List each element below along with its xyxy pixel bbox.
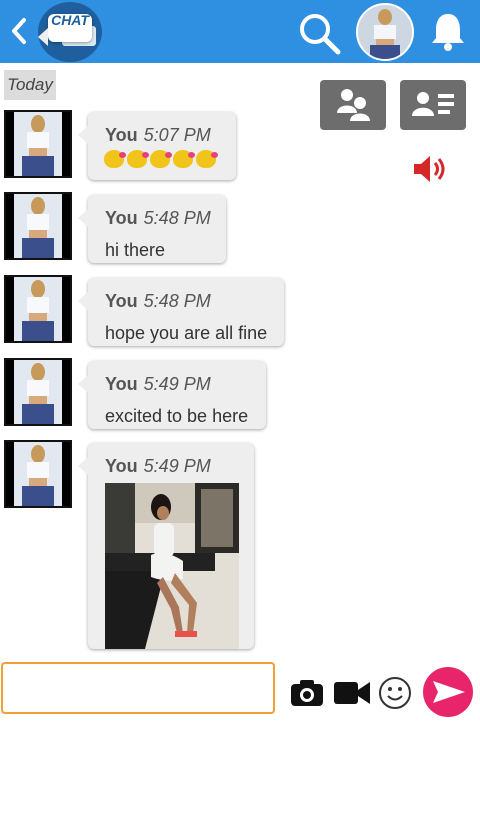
message-time: 5:49 PM — [143, 456, 211, 476]
message-bubble: You 5:49 PM excited to be here — [78, 361, 266, 429]
message-sender: You — [105, 374, 138, 394]
group-icon — [337, 89, 370, 121]
avatar-image — [14, 277, 62, 341]
send-icon — [433, 681, 465, 703]
kiss-emoji-icon — [150, 150, 172, 168]
message-sender: You — [105, 208, 138, 228]
chat-logo[interactable]: CHAT — [38, 2, 102, 62]
search-icon[interactable] — [296, 10, 342, 56]
group-members-button[interactable] — [320, 80, 386, 130]
message-text: hope you are all fine — [105, 323, 268, 343]
emoji-row — [104, 150, 219, 174]
emoji-icon[interactable] — [378, 676, 412, 710]
logo-text: CHAT — [51, 12, 89, 28]
send-button[interactable] — [423, 667, 473, 717]
message-avatar[interactable] — [4, 275, 72, 343]
kiss-emoji-icon — [196, 150, 218, 168]
message-bubble: You 5:48 PM hope you are all fine — [78, 278, 284, 346]
back-button[interactable] — [8, 14, 30, 48]
contact-card-button[interactable] — [400, 80, 466, 130]
speaker-icon[interactable] — [412, 152, 448, 186]
avatar-image — [14, 360, 62, 424]
video-camera-icon[interactable] — [334, 680, 370, 706]
message-avatar[interactable] — [4, 110, 72, 178]
kiss-emoji-icon — [127, 150, 149, 168]
chevron-left-icon — [12, 18, 26, 44]
avatar-image — [14, 442, 62, 506]
avatar-image — [14, 194, 62, 258]
message-bubble: You 5:49 PM — [78, 443, 254, 649]
kiss-emoji-icon — [104, 150, 126, 168]
message-avatar[interactable] — [4, 192, 72, 260]
day-label: Today — [4, 70, 56, 100]
avatar-image — [14, 112, 62, 176]
bell-icon[interactable] — [428, 10, 468, 52]
message-text: hi there — [105, 240, 166, 260]
photo-attachment[interactable] — [105, 483, 239, 649]
profile-avatar[interactable] — [356, 3, 414, 61]
top-bar: CHAT — [0, 0, 480, 63]
message-avatar[interactable] — [4, 440, 72, 508]
message-avatar[interactable] — [4, 358, 72, 426]
photo-image — [105, 483, 239, 649]
message-time: 5:07 PM — [143, 125, 211, 145]
contact-card-icon — [412, 92, 454, 116]
avatar-image — [358, 5, 412, 59]
message-bubble: You 5:07 PM — [78, 112, 236, 180]
message-time: 5:48 PM — [143, 291, 211, 311]
message-sender: You — [105, 291, 138, 311]
message-text: excited to be here — [105, 406, 249, 426]
message-time: 5:49 PM — [143, 374, 211, 394]
message-input[interactable] — [1, 662, 275, 714]
message-time: 5:48 PM — [143, 208, 211, 228]
camera-icon[interactable] — [290, 678, 324, 708]
kiss-emoji-icon — [173, 150, 195, 168]
message-sender: You — [105, 125, 138, 145]
message-sender: You — [105, 456, 138, 476]
message-bubble: You 5:48 PM hi there — [78, 195, 226, 263]
